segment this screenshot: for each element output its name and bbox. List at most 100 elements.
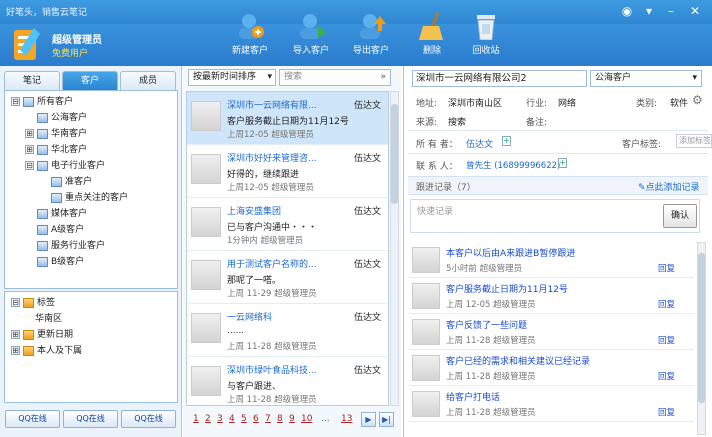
- page-link[interactable]: 8: [277, 414, 283, 424]
- tag-tree-item[interactable]: ⊞ 更新日期: [11, 327, 73, 343]
- add-owner-icon[interactable]: +: [502, 136, 511, 146]
- expander-icon[interactable]: ⊞: [11, 346, 20, 355]
- tree-item[interactable]: 媒体客户: [25, 206, 87, 222]
- add-user-icon: [239, 14, 264, 39]
- minimize-button[interactable]: –: [660, 2, 682, 20]
- add-record-link[interactable]: ✎点此添加记录: [638, 180, 700, 193]
- page-link[interactable]: 2: [205, 414, 211, 424]
- double-chevron-icon[interactable]: »: [380, 70, 386, 85]
- quick-record-input[interactable]: 快速记录 确认: [410, 199, 700, 233]
- scroll-thumb[interactable]: [391, 104, 398, 204]
- tag-tree-label: 本人及下属: [37, 346, 83, 356]
- reply-link[interactable]: 回复: [658, 370, 675, 382]
- reply-link[interactable]: 回复: [658, 406, 675, 418]
- customer-avatar-icon: [191, 101, 221, 131]
- records-scrollbar[interactable]: [697, 242, 706, 435]
- customer-list-item[interactable]: 上海安盛集团 伍达文 已与客户沟通中・・・ 1分钟内 超级管理员: [187, 198, 388, 251]
- add-contact-icon[interactable]: +: [558, 158, 567, 168]
- tree-item[interactable]: ⊞ 华南客户: [25, 126, 87, 142]
- export-customer-button[interactable]: 导出客户: [341, 12, 401, 66]
- contact-value[interactable]: 曾先生 (16899996622): [466, 159, 560, 171]
- gear-icon[interactable]: ⚙: [692, 93, 703, 107]
- tag-tree-item[interactable]: ⊞ 本人及下属: [11, 343, 82, 359]
- expander-icon[interactable]: ⊞: [11, 330, 20, 339]
- reply-link[interactable]: 回复: [658, 262, 675, 274]
- close-button[interactable]: ✕: [684, 2, 706, 20]
- tree-item-label: 重点关注的客户: [65, 193, 129, 203]
- page-link[interactable]: 9: [289, 414, 295, 424]
- folder-icon: [37, 128, 48, 139]
- record-item: 客户服务截止日期为11月12号 上周 12-05 超级管理员 回复: [408, 278, 694, 314]
- tree-item[interactable]: 重点关注的客户: [39, 190, 128, 206]
- import-icon: [300, 14, 326, 39]
- tag-input[interactable]: 添加标签: [676, 134, 712, 148]
- tag-tree-label: 华南区: [35, 314, 63, 324]
- tag-tree-item[interactable]: ⊟ 标签: [11, 295, 55, 311]
- page-link[interactable]: 5: [241, 414, 247, 424]
- expander-icon[interactable]: ⊞: [25, 129, 34, 138]
- import-customer-button[interactable]: 导入客户: [281, 12, 341, 66]
- page-link[interactable]: 6: [253, 414, 259, 424]
- next-page-button[interactable]: ▶: [361, 412, 376, 427]
- company-name-field[interactable]: 深圳市一云网络有限公司2: [412, 70, 587, 87]
- last-page-button[interactable]: ▶|: [379, 412, 394, 427]
- menu-icon[interactable]: ▾: [638, 2, 660, 20]
- tree-item-label: 媒体客户: [51, 209, 88, 219]
- recycle-bin-button[interactable]: 回收站: [456, 12, 516, 66]
- tag-tree-label: 更新日期: [37, 330, 74, 340]
- category-select[interactable]: 公海客户 ▾: [590, 70, 702, 87]
- tree-item[interactable]: ⊞ 华北客户: [25, 142, 87, 158]
- expander-icon[interactable]: ⊟: [11, 298, 20, 307]
- page-link[interactable]: 10: [301, 414, 312, 424]
- tree-item[interactable]: A级客户: [25, 222, 84, 238]
- type-value: 软件: [670, 99, 689, 109]
- customer-list-item[interactable]: 用于测试客户名称的... 伍达文 那呢了一嗒。 上周 11-29 超级管理员: [187, 251, 388, 304]
- customer-meta: 上周12-05 超级管理员: [227, 130, 314, 140]
- scroll-thumb[interactable]: [698, 253, 705, 403]
- reply-link[interactable]: 回复: [658, 298, 675, 310]
- customer-list-item[interactable]: 深圳市绿叶食品科技... 伍达文 与客户跟进、 上周 11-28 超级管理员: [187, 357, 388, 405]
- export-icon: [360, 14, 386, 39]
- tree-item[interactable]: 准客户: [39, 174, 92, 190]
- page-link[interactable]: 13: [341, 414, 352, 424]
- customer-list: 深圳市一云网络有限... 伍达文 客户服务截止日期为11月12号 上周12-05 超级…: [186, 91, 389, 406]
- qq-online-button-1[interactable]: QQ在线: [5, 410, 60, 428]
- tree-item[interactable]: ⊟ 电子行业客户: [25, 158, 105, 174]
- page-link[interactable]: 3: [217, 414, 223, 424]
- customer-owner: 伍达文: [354, 366, 382, 376]
- page-link[interactable]: 1: [193, 414, 199, 424]
- tree-item[interactable]: ⊟ 所有客户: [11, 94, 73, 110]
- tree-item[interactable]: 公海客户: [25, 110, 87, 126]
- expander-icon[interactable]: ⊞: [25, 145, 34, 154]
- customer-owner: 伍达文: [354, 207, 382, 217]
- customer-note: 已与客户沟通中・・・: [227, 223, 318, 233]
- delete-button[interactable]: 删除: [402, 12, 462, 66]
- new-customer-button[interactable]: 新建客户: [220, 12, 280, 66]
- tree-item[interactable]: 服务行业客户: [25, 238, 105, 254]
- tree-item[interactable]: B级客户: [25, 254, 84, 270]
- record-meta: 上周 11-28 超级管理员: [446, 372, 536, 382]
- qq-online-button-3[interactable]: QQ在线: [121, 410, 176, 428]
- customer-list-item[interactable]: 深圳市一云网络有限... 伍达文 客户服务截止日期为11月12号 上周12-05 超级…: [187, 92, 388, 145]
- tab-notes[interactable]: 笔记: [4, 71, 60, 90]
- sort-select[interactable]: 按最新时间排序 ▾: [188, 69, 276, 86]
- owner-value[interactable]: 伍达文: [466, 137, 493, 150]
- tab-members[interactable]: 成员: [120, 71, 176, 90]
- customer-avatar-icon: [191, 154, 221, 184]
- toolbar: 超级管理员 免费用户 新建客户 导入客户 导出客户 删除 回收站: [0, 12, 712, 66]
- list-scrollbar[interactable]: [390, 91, 399, 406]
- skin-icon[interactable]: ◉: [616, 2, 638, 20]
- qq-online-button-2[interactable]: QQ在线: [63, 410, 118, 428]
- customer-list-item[interactable]: 深圳市好好来管理咨... 伍达文 好得的，继续跟进 上周12-05 超级管理员: [187, 145, 388, 198]
- expander-icon[interactable]: ⊟: [11, 97, 20, 106]
- expander-icon[interactable]: ⊟: [25, 161, 34, 170]
- customer-list-item[interactable]: 一云网络科 伍达文...... 上周 11-28 超级管理员: [187, 304, 388, 357]
- confirm-button[interactable]: 确认: [663, 204, 697, 228]
- search-input[interactable]: 搜索 »: [279, 69, 391, 86]
- tag-tree-item[interactable]: 华南区: [35, 311, 62, 327]
- tab-customers[interactable]: 客户: [62, 71, 118, 90]
- page-link[interactable]: 7: [265, 414, 271, 424]
- page-link[interactable]: 4: [229, 414, 235, 424]
- reply-link[interactable]: 回复: [658, 334, 675, 346]
- export-customer-label: 导出客户: [352, 46, 389, 56]
